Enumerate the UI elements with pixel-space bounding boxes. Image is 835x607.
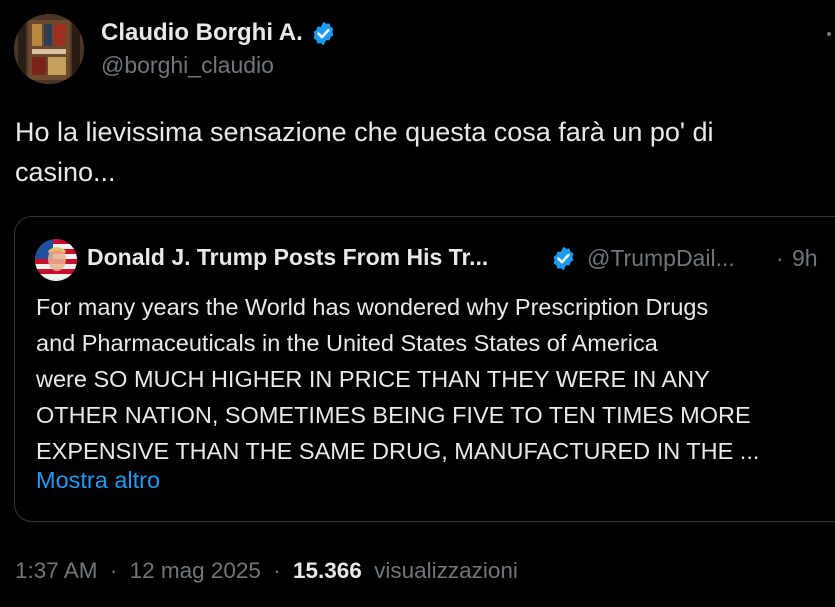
tweet-text-line: casino...	[15, 157, 116, 187]
author-display-name[interactable]: Claudio Borghi A.	[101, 19, 303, 47]
quoted-author-avatar[interactable]	[35, 239, 77, 281]
verified-badge-icon[interactable]	[310, 20, 337, 47]
views-count: 15.366	[292, 558, 362, 583]
quoted-author-display-name[interactable]: Donald J. Trump Posts From His Tr...	[87, 244, 488, 271]
quoted-author-handle[interactable]: @TrumpDail...	[587, 245, 735, 272]
quoted-text-line: EXPENSIVE THAN THE SAME DRUG, MANUFACTUR…	[36, 438, 760, 464]
tweet-meta: 1:37 AM · 12 mag 2025 · 15.366 visualizz…	[15, 558, 518, 584]
separator-dot: ·	[776, 245, 784, 271]
flag-avatar-image	[35, 239, 77, 281]
quoted-text-line: For many years the World has wondered wh…	[36, 294, 709, 320]
author-name-row: Claudio Borghi A.	[101, 16, 337, 50]
verified-badge-icon[interactable]	[550, 245, 577, 272]
quoted-timestamp[interactable]: 9h	[792, 245, 818, 272]
quoted-tweet-text: For many years the World has wondered wh…	[36, 289, 835, 469]
views-label: visualizzazioni	[374, 558, 518, 583]
author-avatar[interactable]	[14, 14, 84, 84]
tweet-detail: Claudio Borghi A. @borghi_claudio Ho la …	[0, 0, 835, 607]
separator-dot: ·	[109, 558, 118, 583]
show-more-link[interactable]: Mostra altro	[36, 467, 160, 494]
quoted-text-line: and Pharmaceuticals in the United States…	[36, 330, 658, 356]
avatar-image	[14, 14, 84, 84]
tweet-text-line: Ho la lievissima sensazione che questa c…	[15, 117, 714, 147]
author-handle[interactable]: @borghi_claudio	[101, 52, 274, 79]
separator-dot: ·	[273, 558, 281, 583]
tweet-date[interactable]: 12 mag 2025	[130, 558, 261, 583]
quoted-text-line: were SO MUCH HIGHER IN PRICE THAN THEY W…	[36, 366, 710, 392]
quoted-text-line: OTHER NATION, SOMETIMES BEING FIVE TO TE…	[36, 402, 751, 428]
quoted-tweet-card[interactable]: Donald J. Trump Posts From His Tr... @Tr…	[14, 216, 835, 522]
more-options-icon[interactable]	[815, 22, 835, 46]
tweet-time[interactable]: 1:37 AM	[15, 558, 98, 583]
tweet-text: Ho la lievissima sensazione che questa c…	[15, 112, 815, 192]
